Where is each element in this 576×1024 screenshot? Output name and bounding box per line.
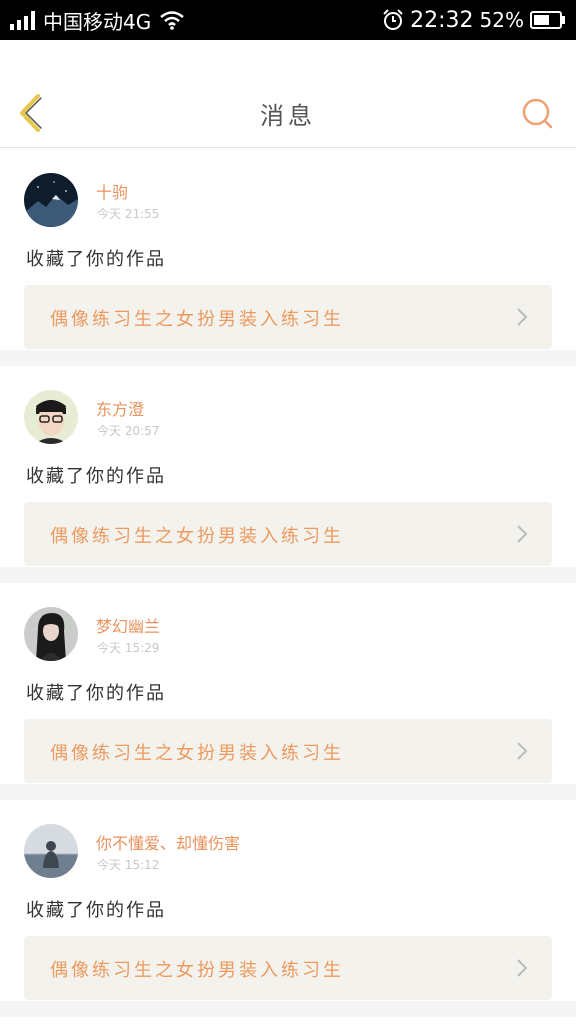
signal-icon — [10, 10, 35, 30]
work-link[interactable]: 偶像练习生之女扮男装入练习生 — [24, 502, 552, 566]
status-bar: 中国移动4G 22:32 52% — [0, 0, 576, 40]
chevron-right-icon — [517, 959, 528, 977]
work-link[interactable]: 偶像练习生之女扮男装入练习生 — [24, 719, 552, 783]
battery-percent: 52% — [479, 8, 524, 32]
timestamp: 今天 15:29 — [97, 641, 160, 655]
message-card: 东方澄 今天 20:57 收藏了你的作品 偶像练习生之女扮男装入练习生 — [0, 366, 576, 583]
timestamp: 今天 21:55 — [97, 207, 160, 221]
carrier-label: 中国移动4G — [43, 9, 152, 34]
username[interactable]: 十驹 — [96, 179, 128, 203]
battery-icon — [530, 11, 565, 29]
person-sitting-sea-avatar[interactable] — [24, 824, 78, 878]
action-text: 收藏了你的作品 — [26, 466, 166, 487]
mountain-night-avatar[interactable] — [24, 173, 78, 227]
username[interactable]: 梦幻幽兰 — [96, 613, 160, 637]
wifi-icon — [160, 11, 185, 30]
message-card: 十驹 今天 21:55 收藏了你的作品 偶像练习生之女扮男装入练习生 — [0, 149, 576, 366]
clock-time: 22:32 — [410, 7, 474, 33]
timestamp: 今天 20:57 — [97, 424, 160, 438]
work-title: 偶像练习生之女扮男装入练习生 — [50, 309, 344, 330]
chevron-right-icon — [517, 308, 528, 326]
header-bar: 消息 — [0, 40, 576, 148]
work-title: 偶像练习生之女扮男装入练习生 — [50, 743, 344, 764]
work-title: 偶像练习生之女扮男装入练习生 — [50, 960, 344, 981]
timestamp: 今天 15:12 — [97, 858, 160, 872]
page-title: 消息 — [260, 102, 316, 130]
message-card: 你不懂爱、却懂伤害 今天 15:12 收藏了你的作品 偶像练习生之女扮男装入练习… — [0, 800, 576, 1017]
chevron-right-icon — [517, 525, 528, 543]
action-text: 收藏了你的作品 — [26, 683, 166, 704]
username[interactable]: 你不懂爱、却懂伤害 — [96, 830, 240, 854]
chevron-right-icon — [517, 742, 528, 760]
work-link[interactable]: 偶像练习生之女扮男装入练习生 — [24, 936, 552, 1000]
message-list: 十驹 今天 21:55 收藏了你的作品 偶像练习生之女扮男装入练习生 东方澄 今… — [0, 149, 576, 1017]
work-link[interactable]: 偶像练习生之女扮男装入练习生 — [24, 285, 552, 349]
message-card: 梦幻幽兰 今天 15:29 收藏了你的作品 偶像练习生之女扮男装入练习生 — [0, 583, 576, 800]
alarm-icon — [383, 9, 403, 30]
search-icon[interactable] — [520, 96, 554, 130]
man-with-glasses-avatar[interactable] — [24, 390, 78, 444]
username[interactable]: 东方澄 — [96, 396, 144, 420]
action-text: 收藏了你的作品 — [26, 249, 166, 270]
woman-portrait-avatar[interactable] — [24, 607, 78, 661]
work-title: 偶像练习生之女扮男装入练习生 — [50, 526, 344, 547]
action-text: 收藏了你的作品 — [26, 900, 166, 921]
